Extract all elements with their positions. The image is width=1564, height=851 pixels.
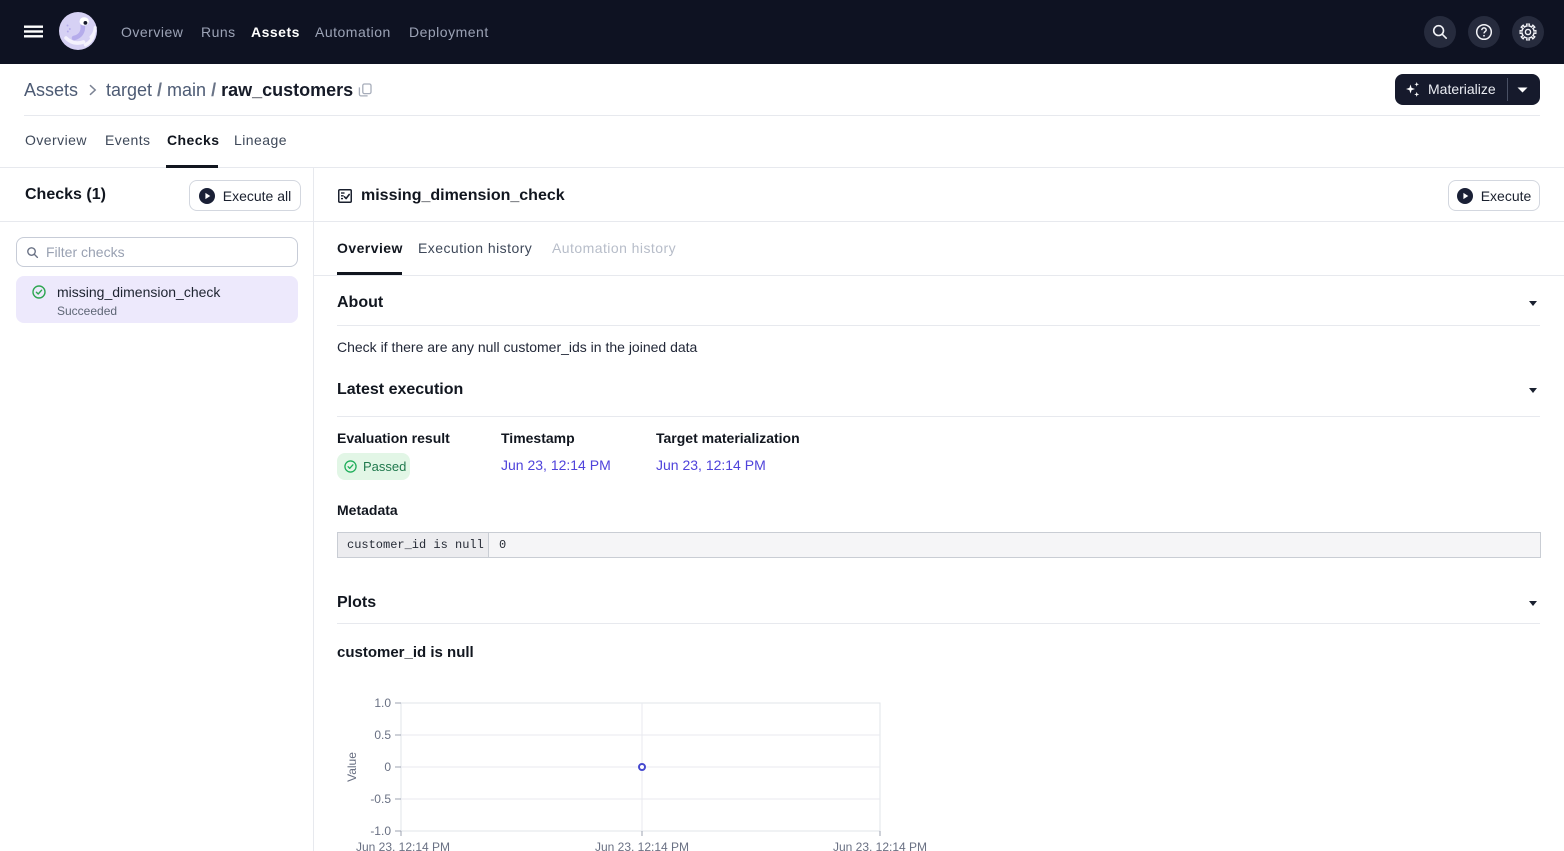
svg-text:Jun 23, 12:14 PM: Jun 23, 12:14 PM: [833, 840, 927, 851]
svg-text:1.0: 1.0: [374, 696, 391, 710]
svg-text:Jun 23, 12:14 PM: Jun 23, 12:14 PM: [595, 840, 689, 851]
svg-text:-1.0: -1.0: [370, 824, 391, 838]
svg-text:0.5: 0.5: [374, 728, 391, 742]
svg-text:-0.5: -0.5: [370, 792, 391, 806]
svg-text:Value: Value: [345, 752, 359, 782]
svg-text:Jun 23, 12:14 PM: Jun 23, 12:14 PM: [356, 840, 450, 851]
svg-text:0: 0: [384, 760, 391, 774]
